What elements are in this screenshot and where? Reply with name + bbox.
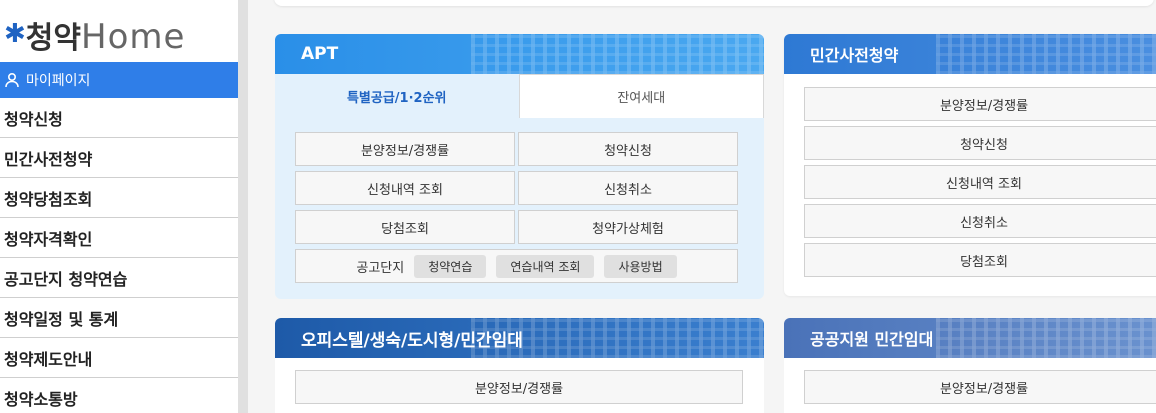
apt-apply-button[interactable]: 청약신청	[518, 132, 738, 166]
pre-button-stack: 분양정보/경쟁률 청약신청 신청내역 조회 신청취소 당첨조회	[784, 74, 1156, 277]
offi-title: 오피스텔/생숙/도시형/민간임대	[301, 330, 523, 351]
tab-remaining-units[interactable]: 잔여세대	[518, 74, 764, 118]
offi-sale-info-button[interactable]: 분양정보/경쟁률	[295, 370, 743, 404]
pre-apply-button[interactable]: 청약신청	[804, 126, 1156, 160]
offi-card-header: 오피스텔/생숙/도시형/민간임대	[275, 318, 764, 358]
building-pattern	[470, 34, 764, 74]
sidebar-item-winner-lookup[interactable]: 청약당첨조회	[0, 178, 238, 218]
notice-label: 공고단지	[356, 260, 405, 276]
mypage-link[interactable]: 마이페이지	[0, 62, 238, 98]
apt-winner-lookup-button[interactable]: 당첨조회	[295, 210, 515, 244]
pre-title: 민간사전청약	[810, 46, 899, 65]
usage-guide-chip[interactable]: 사용방법	[604, 254, 677, 278]
top-panel	[274, 0, 1154, 6]
sidebar-item-practice[interactable]: 공고단지 청약연습	[0, 258, 238, 298]
apt-card: APT 특별공급/1·2순위 잔여세대 분양정보/경쟁률 청약신청 신청내역 조…	[275, 34, 764, 299]
apt-button-grid: 분양정보/경쟁률 청약신청 신청내역 조회 신청취소 당첨조회 청약가상체험	[275, 118, 764, 244]
sidebar-item-apply[interactable]: 청약신청	[0, 98, 238, 138]
sidebar: ✱청약Home 마이페이지 청약신청 민간사전청약 청약당첨조회 청약자격확인 …	[0, 0, 248, 413]
apt-cancel-button[interactable]: 신청취소	[518, 171, 738, 205]
pre-application-history-button[interactable]: 신청내역 조회	[804, 165, 1156, 199]
pub-sale-info-button[interactable]: 분양정보/경쟁률	[804, 370, 1156, 404]
mypage-label: 마이페이지	[26, 73, 91, 89]
apt-virtual-experience-button[interactable]: 청약가상체험	[518, 210, 738, 244]
sidebar-item-community[interactable]: 청약소통방	[0, 378, 238, 413]
pub-title: 공공지원 민간임대	[810, 330, 934, 349]
pre-winner-lookup-button[interactable]: 당첨조회	[804, 243, 1156, 277]
apt-application-history-button[interactable]: 신청내역 조회	[295, 171, 515, 205]
sidebar-item-pre-subscription[interactable]: 민간사전청약	[0, 138, 238, 178]
sidebar-scrollbar[interactable]	[238, 0, 248, 413]
practice-history-chip[interactable]: 연습내역 조회	[496, 254, 595, 278]
tab-special-supply[interactable]: 특별공급/1·2순위	[275, 74, 519, 118]
apt-sale-info-button[interactable]: 분양정보/경쟁률	[295, 132, 515, 166]
sidebar-item-eligibility[interactable]: 청약자격확인	[0, 218, 238, 258]
apt-card-header: APT	[275, 34, 764, 74]
apt-title: APT	[301, 44, 339, 64]
pub-card-header: 공공지원 민간임대	[784, 318, 1156, 358]
pre-subscription-card: 민간사전청약 분양정보/경쟁률 청약신청 신청내역 조회 신청취소 당첨조회	[784, 34, 1156, 296]
site-logo[interactable]: ✱청약Home	[0, 0, 248, 62]
apt-tabs: 특별공급/1·2순위 잔여세대	[275, 74, 764, 118]
officetel-card: 오피스텔/생숙/도시형/민간임대 분양정보/경쟁률	[275, 318, 764, 413]
sidebar-menu: 청약신청 민간사전청약 청약당첨조회 청약자격확인 공고단지 청약연습 청약일정…	[0, 98, 238, 413]
pre-sale-info-button[interactable]: 분양정보/경쟁률	[804, 87, 1156, 121]
practice-chip[interactable]: 청약연습	[414, 254, 487, 278]
pre-cancel-button[interactable]: 신청취소	[804, 204, 1156, 238]
apt-notice-row: 공고단지 청약연습 연습내역 조회 사용방법	[295, 249, 738, 283]
building-pattern	[936, 318, 1156, 358]
building-pattern	[936, 34, 1156, 74]
star-icon: ✱	[4, 19, 26, 49]
sidebar-item-system-guide[interactable]: 청약제도안내	[0, 338, 238, 378]
pre-card-header: 민간사전청약	[784, 34, 1156, 74]
person-icon	[4, 72, 20, 88]
sidebar-item-schedule-stats[interactable]: 청약일정 및 통계	[0, 298, 238, 338]
public-rental-card: 공공지원 민간임대 분양정보/경쟁률	[784, 318, 1156, 413]
